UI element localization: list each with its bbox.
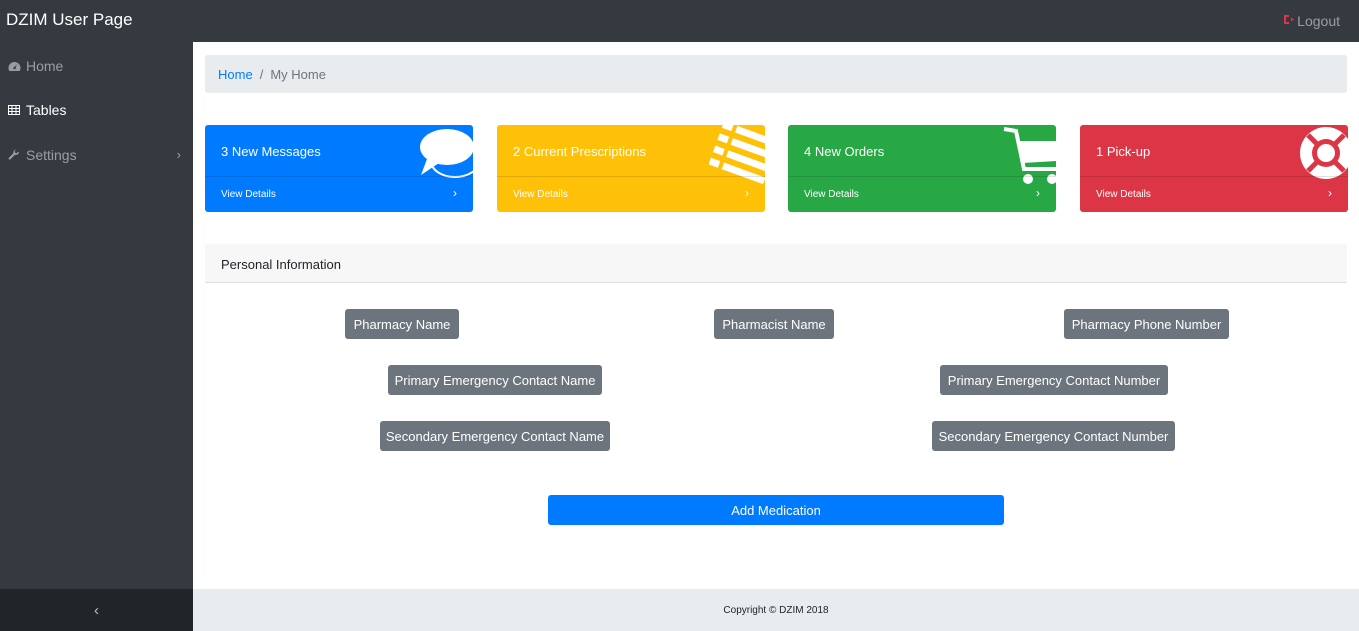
chevron-right-icon: › bbox=[1328, 186, 1332, 200]
logout-label: Logout bbox=[1297, 13, 1340, 29]
view-details-label: View Details bbox=[513, 189, 568, 200]
primary-contact-name-button[interactable]: Primary Emergency Contact Name bbox=[388, 365, 602, 395]
card-title: 4 New Orders bbox=[804, 144, 885, 159]
secondary-contact-name-button[interactable]: Secondary Emergency Contact Name bbox=[380, 421, 610, 451]
sidebar-item-label: Home bbox=[26, 58, 64, 74]
chevron-left-icon: ‹ bbox=[94, 601, 99, 619]
prescriptions-card: 2 Current Prescriptions View Details › bbox=[497, 125, 765, 212]
card-title: 3 New Messages bbox=[221, 144, 321, 159]
sidebar: Home Tables Settings › bbox=[0, 42, 193, 589]
card-footer-link[interactable]: View Details › bbox=[205, 176, 473, 212]
pharmacy-phone-button[interactable]: Pharmacy Phone Number bbox=[1064, 309, 1229, 339]
page-footer: Copyright © DZIM 2018 bbox=[193, 589, 1359, 631]
add-medication-button[interactable]: Add Medication bbox=[548, 495, 1004, 525]
card-footer-link[interactable]: View Details › bbox=[788, 176, 1056, 212]
panel-title: Personal Information bbox=[221, 257, 341, 272]
chevron-right-icon: › bbox=[745, 186, 749, 200]
orders-card: 4 New Orders View Details › bbox=[788, 125, 1056, 212]
personal-info-header: Personal Information bbox=[205, 244, 1347, 283]
chevron-right-icon: › bbox=[1036, 186, 1040, 200]
sidebar-item-tables[interactable]: Tables bbox=[0, 88, 193, 132]
sidebar-item-settings[interactable]: Settings › bbox=[0, 133, 193, 177]
sidebar-item-label: Tables bbox=[26, 102, 67, 118]
breadcrumb-home-link[interactable]: Home bbox=[218, 67, 253, 82]
wrench-icon bbox=[8, 149, 26, 161]
copyright-text: Copyright © DZIM 2018 bbox=[723, 604, 829, 616]
sidebar-toggle[interactable]: ‹ bbox=[0, 589, 193, 631]
card-title: 2 Current Prescriptions bbox=[513, 144, 646, 159]
pickup-card: 1 Pick-up View Details › bbox=[1080, 125, 1348, 212]
view-details-label: View Details bbox=[804, 189, 859, 200]
sidebar-item-home[interactable]: Home bbox=[0, 44, 193, 88]
chevron-right-icon: › bbox=[453, 186, 457, 200]
app-title[interactable]: DZIM User Page bbox=[6, 10, 133, 30]
chevron-right-icon: › bbox=[176, 147, 181, 162]
card-footer-link[interactable]: View Details › bbox=[1080, 176, 1348, 212]
view-details-label: View Details bbox=[221, 189, 276, 200]
card-footer-link[interactable]: View Details › bbox=[497, 176, 765, 212]
dashboard-icon bbox=[8, 61, 26, 72]
breadcrumb-current: My Home bbox=[270, 66, 326, 82]
pharmacist-name-button[interactable]: Pharmacist Name bbox=[714, 309, 834, 339]
table-icon bbox=[8, 105, 26, 115]
breadcrumb: Home / My Home bbox=[205, 55, 1347, 93]
secondary-contact-number-button[interactable]: Secondary Emergency Contact Number bbox=[932, 421, 1175, 451]
sidebar-item-label: Settings bbox=[26, 147, 77, 163]
pharmacy-name-button[interactable]: Pharmacy Name bbox=[345, 309, 459, 339]
top-navbar: DZIM User Page Logout bbox=[0, 0, 1359, 42]
primary-contact-number-button[interactable]: Primary Emergency Contact Number bbox=[940, 365, 1168, 395]
card-title: 1 Pick-up bbox=[1096, 144, 1151, 159]
logout-link[interactable]: Logout bbox=[1283, 13, 1340, 29]
messages-card: 3 New Messages View Details › bbox=[205, 125, 473, 212]
view-details-label: View Details bbox=[1096, 189, 1151, 200]
breadcrumb-separator: / bbox=[259, 66, 264, 82]
sign-out-icon bbox=[1283, 14, 1295, 28]
